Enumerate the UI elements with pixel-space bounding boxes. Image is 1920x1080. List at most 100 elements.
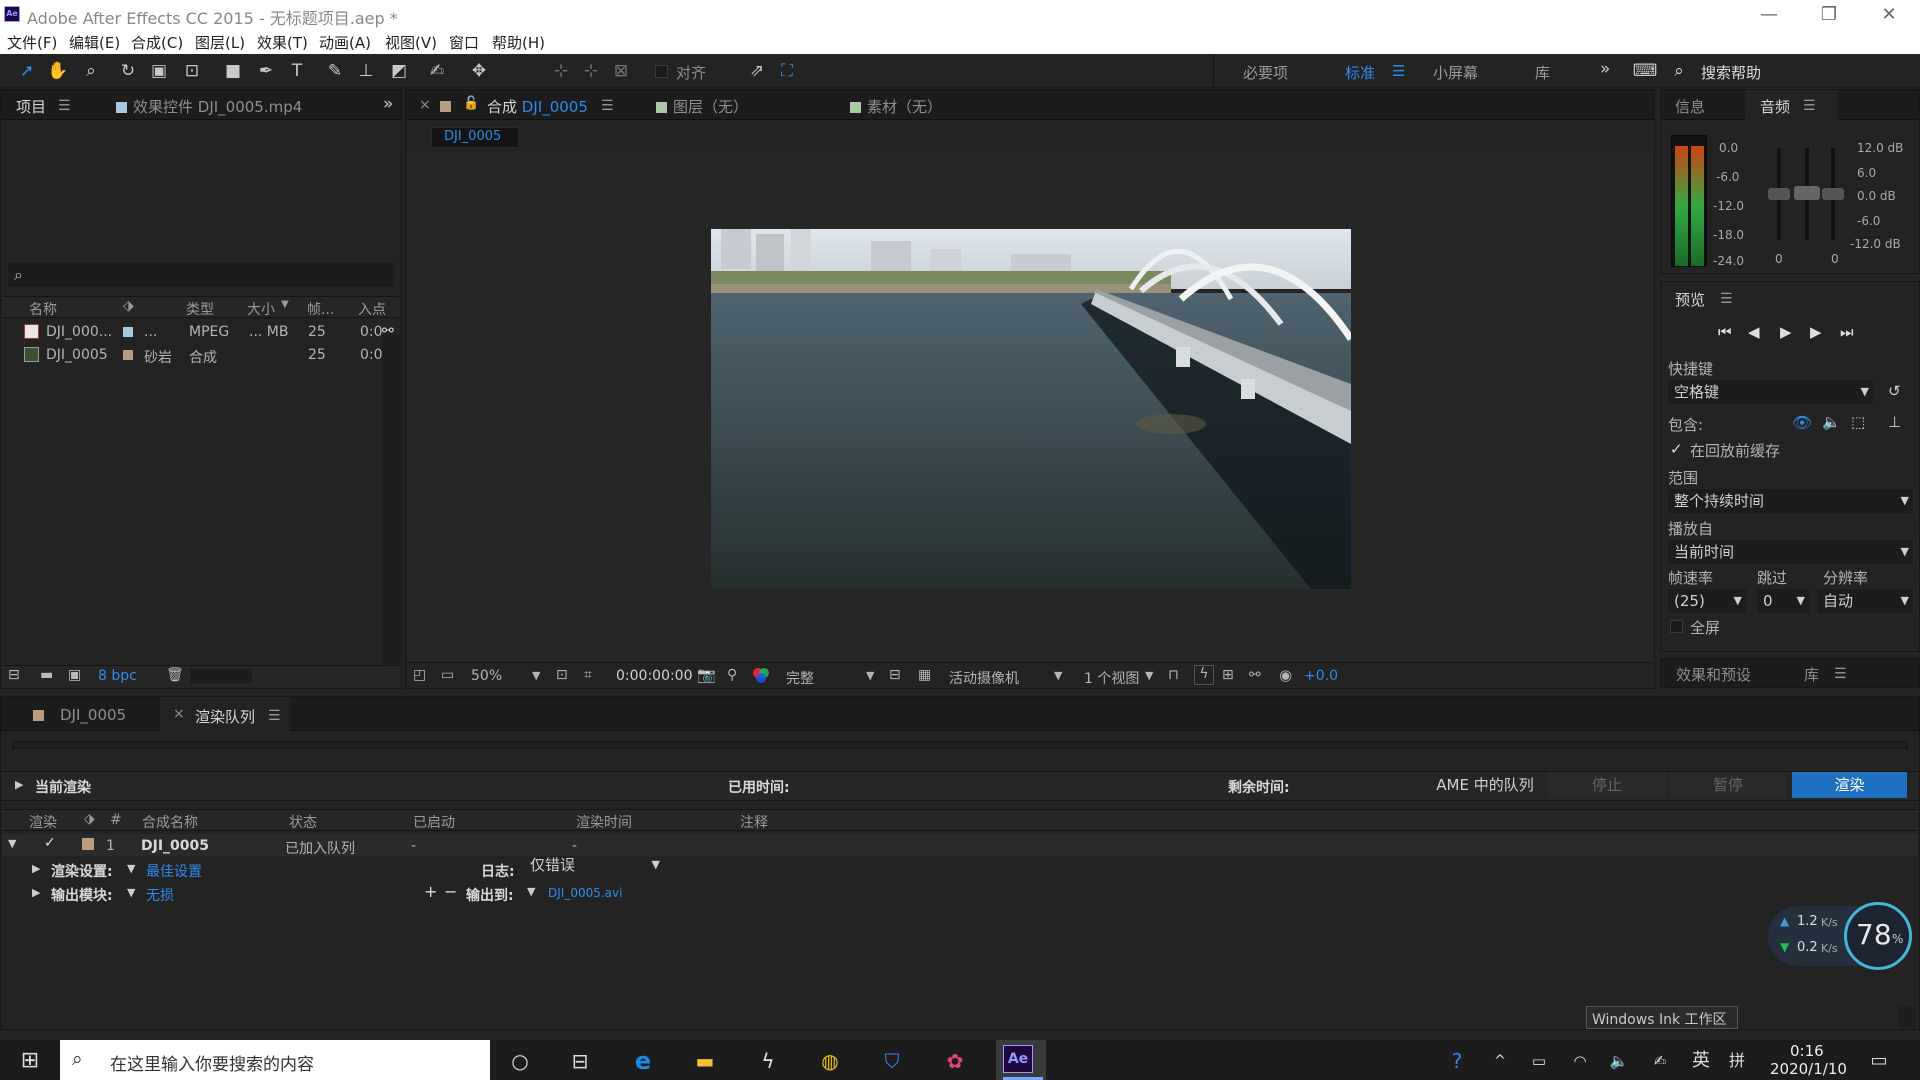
clock-date[interactable]: 2020/1/10 — [1770, 1060, 1847, 1078]
project-overflow-icon[interactable]: » — [383, 94, 393, 114]
delete-trash-icon[interactable]: 🗑 — [166, 667, 184, 683]
render-settings-link[interactable]: 最佳设置 — [146, 861, 202, 881]
interpret-footage-icon[interactable]: ⊟ — [8, 667, 20, 683]
workspace-libraries[interactable]: 库 — [1535, 62, 1550, 83]
resolution-preview-dropdown[interactable]: 自动 ▼ — [1817, 589, 1913, 613]
close-render-queue-tab-icon[interactable]: × — [173, 706, 185, 722]
pen-ink-icon[interactable]: ✍ — [1645, 1047, 1675, 1075]
column-label-icon[interactable]: ⬗ — [84, 811, 95, 827]
tab-audio[interactable]: 音频 — [1760, 96, 1790, 117]
volume-slider-master[interactable] — [1794, 186, 1820, 200]
snapshot-camera-icon[interactable]: 📷 — [697, 666, 716, 684]
colorful-app-icon[interactable]: ✿ — [940, 1047, 970, 1075]
fullscreen-checkbox[interactable] — [1670, 620, 1683, 633]
column-started[interactable]: 已启动 — [413, 812, 455, 832]
tab-composition[interactable]: 合成 DJI_0005 — [487, 96, 588, 117]
ime-mode[interactable]: 拼 — [1722, 1047, 1752, 1075]
menu-help[interactable]: 帮助(H) — [492, 32, 545, 53]
title-safe-icon[interactable]: ⌗ — [584, 667, 592, 683]
volume-icon[interactable]: 🔈 — [1604, 1047, 1634, 1075]
range-dropdown[interactable]: 整个持续时间 ▼ — [1668, 489, 1913, 513]
search-help-icon[interactable]: ⌕ — [1668, 60, 1690, 82]
tab-effect-controls[interactable]: 效果控件 DJI_0005.mp4 — [116, 96, 302, 117]
include-audio-icon[interactable]: 🔈 — [1822, 413, 1841, 431]
tab-project[interactable]: 项目 — [16, 96, 46, 117]
queue-in-ame-button[interactable]: AME 中的队列 — [1426, 772, 1544, 798]
world-axis-icon[interactable]: ⊹ — [580, 60, 602, 82]
camera-tool-icon[interactable]: ▣ — [148, 60, 170, 82]
workspace-standard[interactable]: 标准 — [1345, 62, 1375, 83]
remove-output-module-icon[interactable]: − — [444, 882, 457, 901]
render-queue-scrollbar[interactable] — [1898, 1006, 1916, 1028]
fast-preview-icon[interactable]: ϟ — [1194, 665, 1214, 685]
camera-dropdown[interactable]: 活动摄像机 — [949, 668, 1019, 688]
workspace-overflow-icon[interactable]: » — [1600, 59, 1610, 79]
workspace-essentials[interactable]: 必要项 — [1243, 62, 1288, 83]
new-composition-icon[interactable]: ▣ — [68, 667, 81, 683]
skip-dropdown[interactable]: 0 ▼ — [1757, 589, 1809, 613]
layer-controls-icon[interactable]: ⊥ — [1888, 413, 1901, 431]
flowchart-view-icon[interactable]: ⚯ — [1249, 667, 1261, 683]
snap-checkbox[interactable] — [655, 65, 668, 78]
expand-current-render-icon[interactable]: ▶ — [15, 778, 23, 791]
brush-tool-icon[interactable]: ✎ — [324, 60, 346, 82]
menu-window[interactable]: 窗口 — [449, 32, 479, 53]
camera-arrow-icon[interactable]: ▼ — [1054, 669, 1062, 682]
expand-output-module-icon[interactable]: ▶ — [32, 886, 40, 899]
first-frame-icon[interactable]: ⏮ — [1718, 323, 1732, 341]
ime-language[interactable]: 英 — [1686, 1047, 1716, 1075]
help-icon[interactable]: ? — [1442, 1047, 1472, 1075]
current-time-display[interactable]: 0:00:00:00 — [616, 668, 693, 684]
render-queue-menu-icon[interactable]: ☰ — [268, 708, 281, 724]
cortana-icon[interactable]: ○ — [505, 1047, 535, 1075]
action-center-icon[interactable]: ▭ — [1864, 1047, 1894, 1075]
expand-render-settings-icon[interactable]: ▶ — [32, 862, 40, 875]
menu-file[interactable]: 文件(F) — [7, 32, 57, 53]
minimize-button[interactable]: — — [1740, 0, 1798, 30]
hand-tool-icon[interactable]: ✋ — [47, 60, 69, 82]
fit-icon[interactable]: ⊡ — [556, 667, 568, 683]
project-search-input[interactable] — [8, 263, 394, 287]
column-framerate[interactable]: 帧... — [307, 299, 334, 319]
task-view-icon[interactable]: ⊟ — [565, 1047, 595, 1075]
comp-breadcrumb[interactable]: DJI_0005 — [431, 127, 519, 148]
menu-composition[interactable]: 合成(C) — [131, 32, 183, 53]
cache-checkbox[interactable]: ✓ — [1670, 440, 1683, 458]
tab-layer[interactable]: 图层（无） — [656, 96, 748, 117]
battery-icon[interactable]: ▭ — [1524, 1047, 1554, 1075]
browser-360-icon[interactable]: ◍ — [815, 1047, 845, 1075]
effects-panel-menu-icon[interactable]: ☰ — [1834, 666, 1847, 682]
channel-icon[interactable] — [752, 667, 770, 687]
pause-button[interactable]: 暂停 — [1670, 772, 1786, 798]
rotate-tool-icon[interactable]: ↻ — [117, 60, 139, 82]
zoom-tool-icon[interactable]: ⌕ — [80, 60, 102, 82]
tab-libraries[interactable]: 库 — [1804, 664, 1819, 685]
clone-stamp-tool-icon[interactable]: ⊥ — [355, 60, 377, 82]
menu-edit[interactable]: 编辑(E) — [69, 32, 120, 53]
volume-slider-right[interactable] — [1822, 188, 1844, 200]
wifi-icon[interactable]: ◠ — [1565, 1047, 1595, 1075]
render-checkbox[interactable]: ✓ — [44, 835, 56, 851]
menu-effect[interactable]: 效果(T) — [257, 32, 308, 53]
column-status[interactable]: 状态 — [289, 812, 317, 832]
exposure-value[interactable]: +0.0 — [1304, 668, 1338, 684]
pen-tool-icon[interactable]: ✒ — [255, 60, 277, 82]
project-row-footage[interactable]: DJI_000... ... MPEG ... MB 25 0:0 ⚯ — [2, 321, 400, 343]
windows-start-icon[interactable]: ⊞ — [15, 1047, 45, 1075]
snap-icon[interactable]: ⇗ — [746, 60, 768, 82]
views-dropdown[interactable]: 1 个视图 — [1084, 668, 1139, 688]
label-color-swatch[interactable] — [123, 327, 133, 337]
include-video-eye-icon[interactable]: 👁 — [1792, 413, 1812, 432]
column-type[interactable]: 类型 — [186, 299, 214, 319]
column-render-time[interactable]: 渲染时间 — [576, 812, 632, 832]
next-frame-icon[interactable]: ▶ — [1810, 323, 1822, 341]
zoom-dropdown[interactable]: 50% — [471, 668, 502, 684]
comp-label-swatch[interactable] — [440, 97, 457, 115]
menu-view[interactable]: 视图(V) — [385, 32, 437, 53]
preview-panel-menu-icon[interactable]: ☰ — [1720, 291, 1733, 307]
project-row-comp[interactable]: DJI_0005 砂岩 合成 25 0:0 — [2, 344, 400, 366]
menu-animation[interactable]: 动画(A) — [319, 32, 371, 53]
monitor-icon[interactable]: ▭ — [441, 667, 454, 683]
column-comp-name[interactable]: 合成名称 — [142, 812, 198, 832]
column-label-icon[interactable]: ⬗ — [123, 298, 134, 314]
